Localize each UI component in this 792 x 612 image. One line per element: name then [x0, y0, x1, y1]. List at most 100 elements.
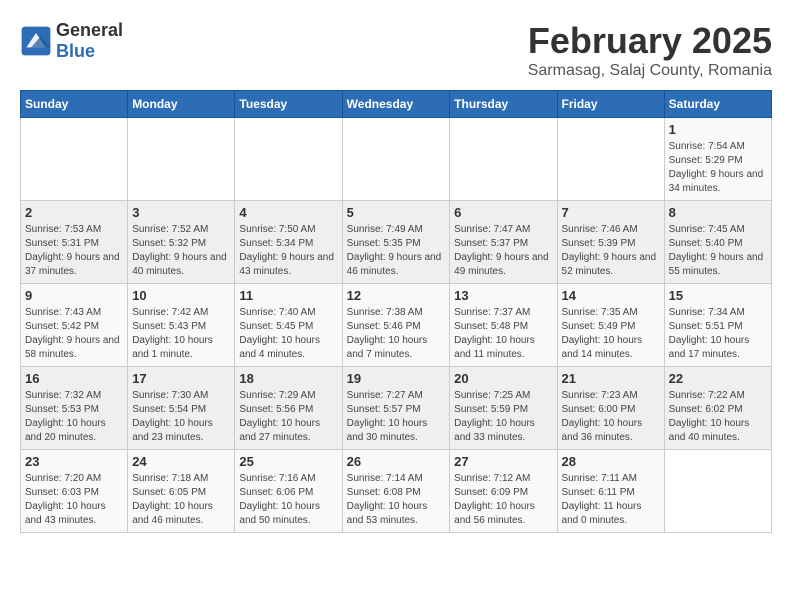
day-number: 3	[132, 205, 230, 220]
column-header-thursday: Thursday	[450, 91, 557, 118]
calendar-cell	[557, 118, 664, 201]
calendar-cell: 10Sunrise: 7:42 AM Sunset: 5:43 PM Dayli…	[128, 284, 235, 367]
column-header-saturday: Saturday	[664, 91, 771, 118]
day-info: Sunrise: 7:14 AM Sunset: 6:08 PM Dayligh…	[347, 472, 446, 528]
day-number: 25	[239, 454, 337, 469]
calendar-cell: 23 Sunrise: 7:20 AM Sunset: 6:03 PM Dayli…	[21, 450, 128, 533]
calendar-cell: 6 Sunrise: 7:47 AM Sunset: 5:37 PM Daylig…	[450, 201, 557, 284]
calendar-cell: 16 Sunrise: 7:32 AM Sunset: 5:53 PM Dayli…	[21, 367, 128, 450]
day-number: 24	[132, 454, 230, 469]
day-info: Sunrise: 7:54 AM Sunset: 5:29 PM Dayligh…	[669, 140, 767, 196]
day-number: 13	[454, 288, 552, 303]
day-number: 1	[669, 122, 767, 137]
day-info: Sunrise: 7:50 AM Sunset: 5:34 PM Dayligh…	[239, 223, 337, 279]
calendar-cell: 18 Sunrise: 7:29 AM Sunset: 5:56 PM Dayli…	[235, 367, 342, 450]
day-number: 12	[347, 288, 446, 303]
calendar-cell: 4 Sunrise: 7:50 AM Sunset: 5:34 PM Daylig…	[235, 201, 342, 284]
column-header-wednesday: Wednesday	[342, 91, 450, 118]
calendar-cell: 12 Sunrise: 7:38 AM Sunset: 5:46 PM Dayli…	[342, 284, 450, 367]
day-info: Sunrise: 7:23 AM Sunset: 6:00 PM Dayligh…	[562, 389, 660, 445]
calendar-cell: 24 Sunrise: 7:18 AM Sunset: 6:05 PM Dayli…	[128, 450, 235, 533]
calendar-table: SundayMondayTuesdayWednesdayThursdayFrid…	[20, 90, 772, 533]
day-number: 19	[347, 371, 446, 386]
page-header: General Blue February 2025 Sarmasag, Sal…	[20, 20, 772, 80]
day-info: Sunrise: 7:11 AM Sunset: 6:11 PM Dayligh…	[562, 472, 660, 528]
calendar-cell: 11 Sunrise: 7:40 AM Sunset: 5:45 PM Dayli…	[235, 284, 342, 367]
day-info: Sunrise: 7:52 AM Sunset: 5:32 PM Dayligh…	[132, 223, 230, 279]
day-info: Sunrise: 7:53 AM Sunset: 5:31 PM Dayligh…	[25, 223, 123, 279]
day-info: Sunrise: 7:12 AM Sunset: 6:09 PM Dayligh…	[454, 472, 552, 528]
day-info: Sunrise: 7:30 AM Sunset: 5:54 PM Dayligh…	[132, 389, 230, 445]
day-info: Sunrise: 7:37 AM Sunset: 5:48 PM Dayligh…	[454, 306, 552, 362]
day-info: Sunrise: 7:25 AM Sunset: 5:59 PM Dayligh…	[454, 389, 552, 445]
day-number: 26	[347, 454, 446, 469]
day-number: 5	[347, 205, 446, 220]
day-number: 4	[239, 205, 337, 220]
calendar-cell: 21 Sunrise: 7:23 AM Sunset: 6:00 PM Dayli…	[557, 367, 664, 450]
calendar-cell	[128, 118, 235, 201]
logo: General Blue	[20, 20, 123, 62]
calendar-cell: 20 Sunrise: 7:25 AM Sunset: 5:59 PM Dayli…	[450, 367, 557, 450]
calendar-cell	[235, 118, 342, 201]
day-number: 2	[25, 205, 123, 220]
calendar-cell	[342, 118, 450, 201]
calendar-cell	[21, 118, 128, 201]
day-info: Sunrise: 7:29 AM Sunset: 5:56 PM Dayligh…	[239, 389, 337, 445]
day-number: 23	[25, 454, 123, 469]
calendar-cell: 17 Sunrise: 7:30 AM Sunset: 5:54 PM Dayli…	[128, 367, 235, 450]
logo-icon	[20, 25, 52, 57]
calendar-cell: 13 Sunrise: 7:37 AM Sunset: 5:48 PM Dayli…	[450, 284, 557, 367]
day-info: Sunrise: 7:40 AM Sunset: 5:45 PM Dayligh…	[239, 306, 337, 362]
day-info: Sunrise: 7:32 AM Sunset: 5:53 PM Dayligh…	[25, 389, 123, 445]
calendar-cell: 14 Sunrise: 7:35 AM Sunset: 5:49 PM Dayli…	[557, 284, 664, 367]
day-info: Sunrise: 7:46 AM Sunset: 5:39 PM Dayligh…	[562, 223, 660, 279]
column-header-monday: Monday	[128, 91, 235, 118]
calendar-cell: 27 Sunrise: 7:12 AM Sunset: 6:09 PM Dayli…	[450, 450, 557, 533]
day-number: 22	[669, 371, 767, 386]
day-info: Sunrise: 7:22 AM Sunset: 6:02 PM Dayligh…	[669, 389, 767, 445]
calendar-cell: 19 Sunrise: 7:27 AM Sunset: 5:57 PM Dayli…	[342, 367, 450, 450]
month-title: February 2025	[528, 20, 772, 62]
calendar-cell: 22 Sunrise: 7:22 AM Sunset: 6:02 PM Dayli…	[664, 367, 771, 450]
day-info: Sunrise: 7:34 AM Sunset: 5:51 PM Dayligh…	[669, 306, 767, 362]
day-number: 21	[562, 371, 660, 386]
day-number: 15	[669, 288, 767, 303]
calendar-cell	[450, 118, 557, 201]
calendar-cell	[664, 450, 771, 533]
calendar-cell: 9 Sunrise: 7:43 AM Sunset: 5:42 PM Daylig…	[21, 284, 128, 367]
day-info: Sunrise: 7:20 AM Sunset: 6:03 PM Dayligh…	[25, 472, 123, 528]
day-number: 11	[239, 288, 337, 303]
day-number: 20	[454, 371, 552, 386]
day-number: 14	[562, 288, 660, 303]
day-number: 17	[132, 371, 230, 386]
day-number: 16	[25, 371, 123, 386]
calendar-cell: 1 Sunrise: 7:54 AM Sunset: 5:29 PM Daylig…	[664, 118, 771, 201]
day-info: Sunrise: 7:38 AM Sunset: 5:46 PM Dayligh…	[347, 306, 446, 362]
day-number: 8	[669, 205, 767, 220]
title-block: February 2025 Sarmasag, Salaj County, Ro…	[528, 20, 772, 80]
calendar-cell: 26 Sunrise: 7:14 AM Sunset: 6:08 PM Dayli…	[342, 450, 450, 533]
day-number: 28	[562, 454, 660, 469]
day-number: 9	[25, 288, 123, 303]
calendar-cell: 5 Sunrise: 7:49 AM Sunset: 5:35 PM Daylig…	[342, 201, 450, 284]
calendar-cell: 7Sunrise: 7:46 AM Sunset: 5:39 PM Daylig…	[557, 201, 664, 284]
day-number: 6	[454, 205, 552, 220]
day-info: Sunrise: 7:35 AM Sunset: 5:49 PM Dayligh…	[562, 306, 660, 362]
calendar-cell: 15 Sunrise: 7:34 AM Sunset: 5:51 PM Dayli…	[664, 284, 771, 367]
calendar-cell: 25Sunrise: 7:16 AM Sunset: 6:06 PM Dayli…	[235, 450, 342, 533]
column-header-tuesday: Tuesday	[235, 91, 342, 118]
day-info: Sunrise: 7:45 AM Sunset: 5:40 PM Dayligh…	[669, 223, 767, 279]
column-header-sunday: Sunday	[21, 91, 128, 118]
calendar-cell: 3 Sunrise: 7:52 AM Sunset: 5:32 PM Daylig…	[128, 201, 235, 284]
day-info: Sunrise: 7:43 AM Sunset: 5:42 PM Dayligh…	[25, 306, 123, 362]
day-number: 27	[454, 454, 552, 469]
day-info: Sunrise: 7:27 AM Sunset: 5:57 PM Dayligh…	[347, 389, 446, 445]
calendar-cell: 2 Sunrise: 7:53 AM Sunset: 5:31 PM Daylig…	[21, 201, 128, 284]
day-info: Sunrise: 7:47 AM Sunset: 5:37 PM Dayligh…	[454, 223, 552, 279]
day-info: Sunrise: 7:49 AM Sunset: 5:35 PM Dayligh…	[347, 223, 446, 279]
location-title: Sarmasag, Salaj County, Romania	[528, 62, 772, 80]
day-number: 18	[239, 371, 337, 386]
day-info: Sunrise: 7:18 AM Sunset: 6:05 PM Dayligh…	[132, 472, 230, 528]
calendar-cell: 28 Sunrise: 7:11 AM Sunset: 6:11 PM Dayli…	[557, 450, 664, 533]
day-number: 10	[132, 288, 230, 303]
